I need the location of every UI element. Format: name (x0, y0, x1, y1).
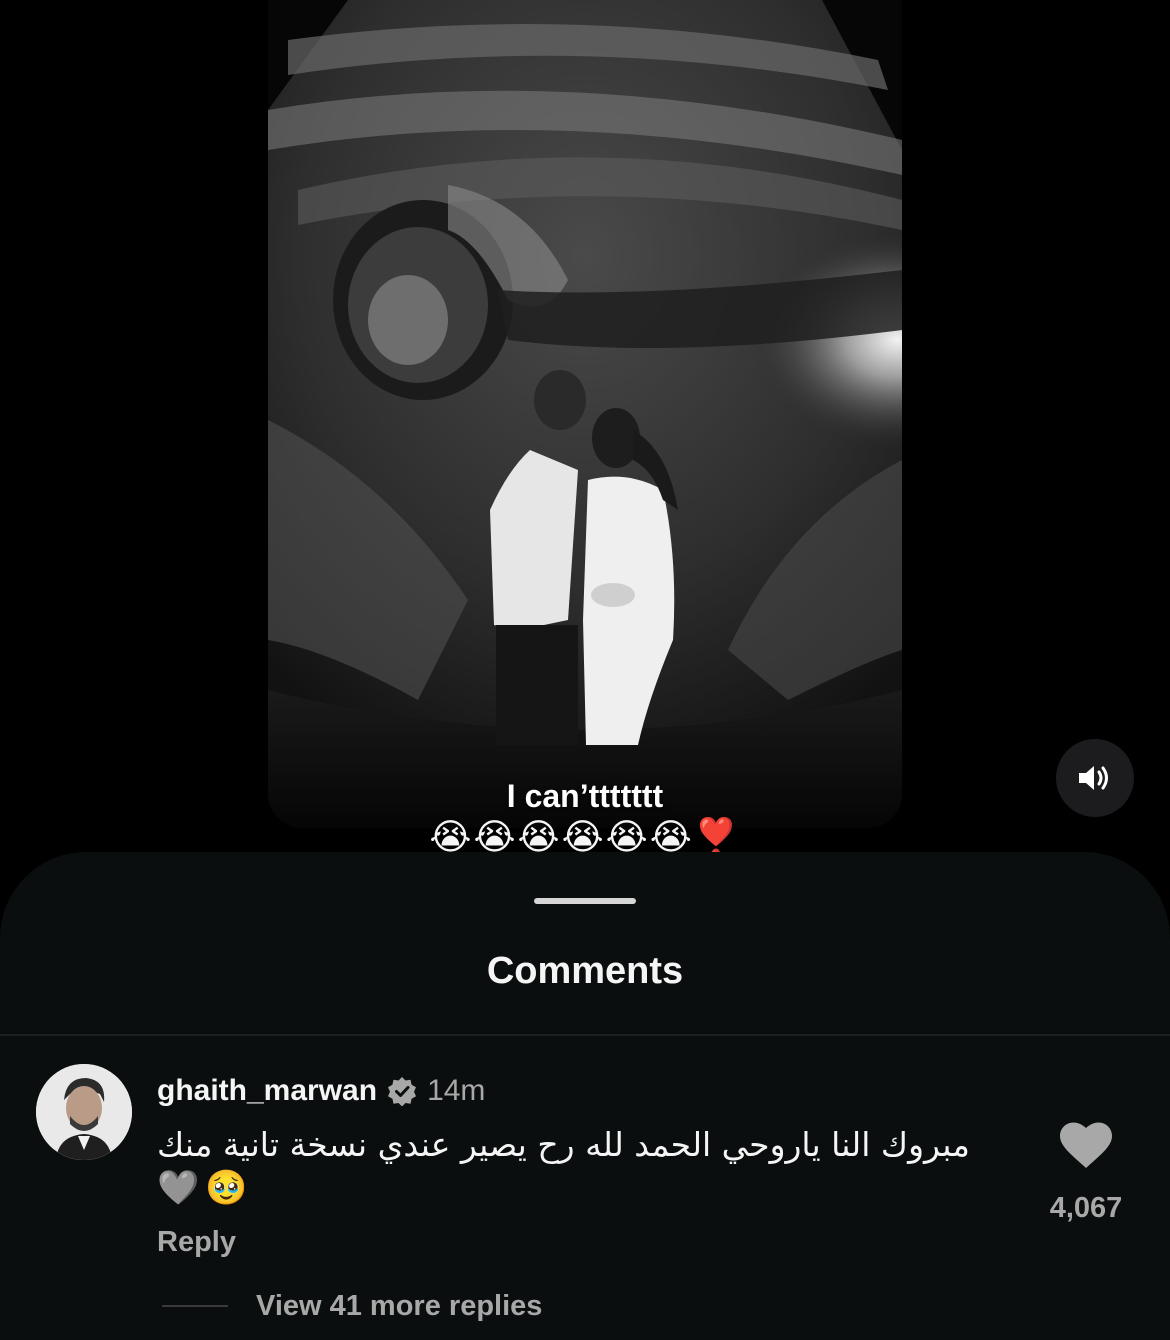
ultrasound-couple-image (268, 0, 902, 828)
comment-emoji: 🩶 🥹 (157, 1168, 248, 1208)
comment-username[interactable]: ghaith_marwan (157, 1074, 377, 1108)
avatar-image (36, 1064, 132, 1160)
heart-icon[interactable] (1060, 1122, 1112, 1170)
comment-meta: ghaith_marwan 14m (157, 1074, 485, 1108)
divider (0, 1034, 1170, 1036)
comments-sheet: Comments ghaith_marwan 14m مبروك النا يا… (0, 852, 1170, 1340)
replies-line (162, 1305, 228, 1307)
sound-toggle-button[interactable] (1056, 739, 1134, 817)
comment-text: مبروك النا ياروحي الحمد لله رح يصير عندي… (157, 1125, 970, 1164)
video-caption: I can’ttttttt (506, 778, 664, 814)
pleading-face-emoji: 🥹 (205, 1168, 248, 1208)
sheet-grabber[interactable] (534, 898, 636, 904)
reel-video[interactable] (268, 0, 902, 828)
view-more-replies-button[interactable]: View 41 more replies (256, 1290, 542, 1323)
speaker-on-icon (1079, 766, 1108, 790)
verified-badge-icon (388, 1077, 417, 1106)
reply-button[interactable]: Reply (157, 1226, 236, 1259)
grey-heart-emoji: 🩶 (157, 1168, 200, 1208)
comments-title: Comments (486, 950, 684, 992)
avatar[interactable] (36, 1064, 132, 1160)
comment-timestamp: 14m (427, 1074, 486, 1107)
reel-screen: I can’ttttttt 😭😭😭😭😭😭❣️ Comments ghaith_m… (0, 0, 1170, 1340)
like-count: 4,067 (1049, 1192, 1123, 1224)
